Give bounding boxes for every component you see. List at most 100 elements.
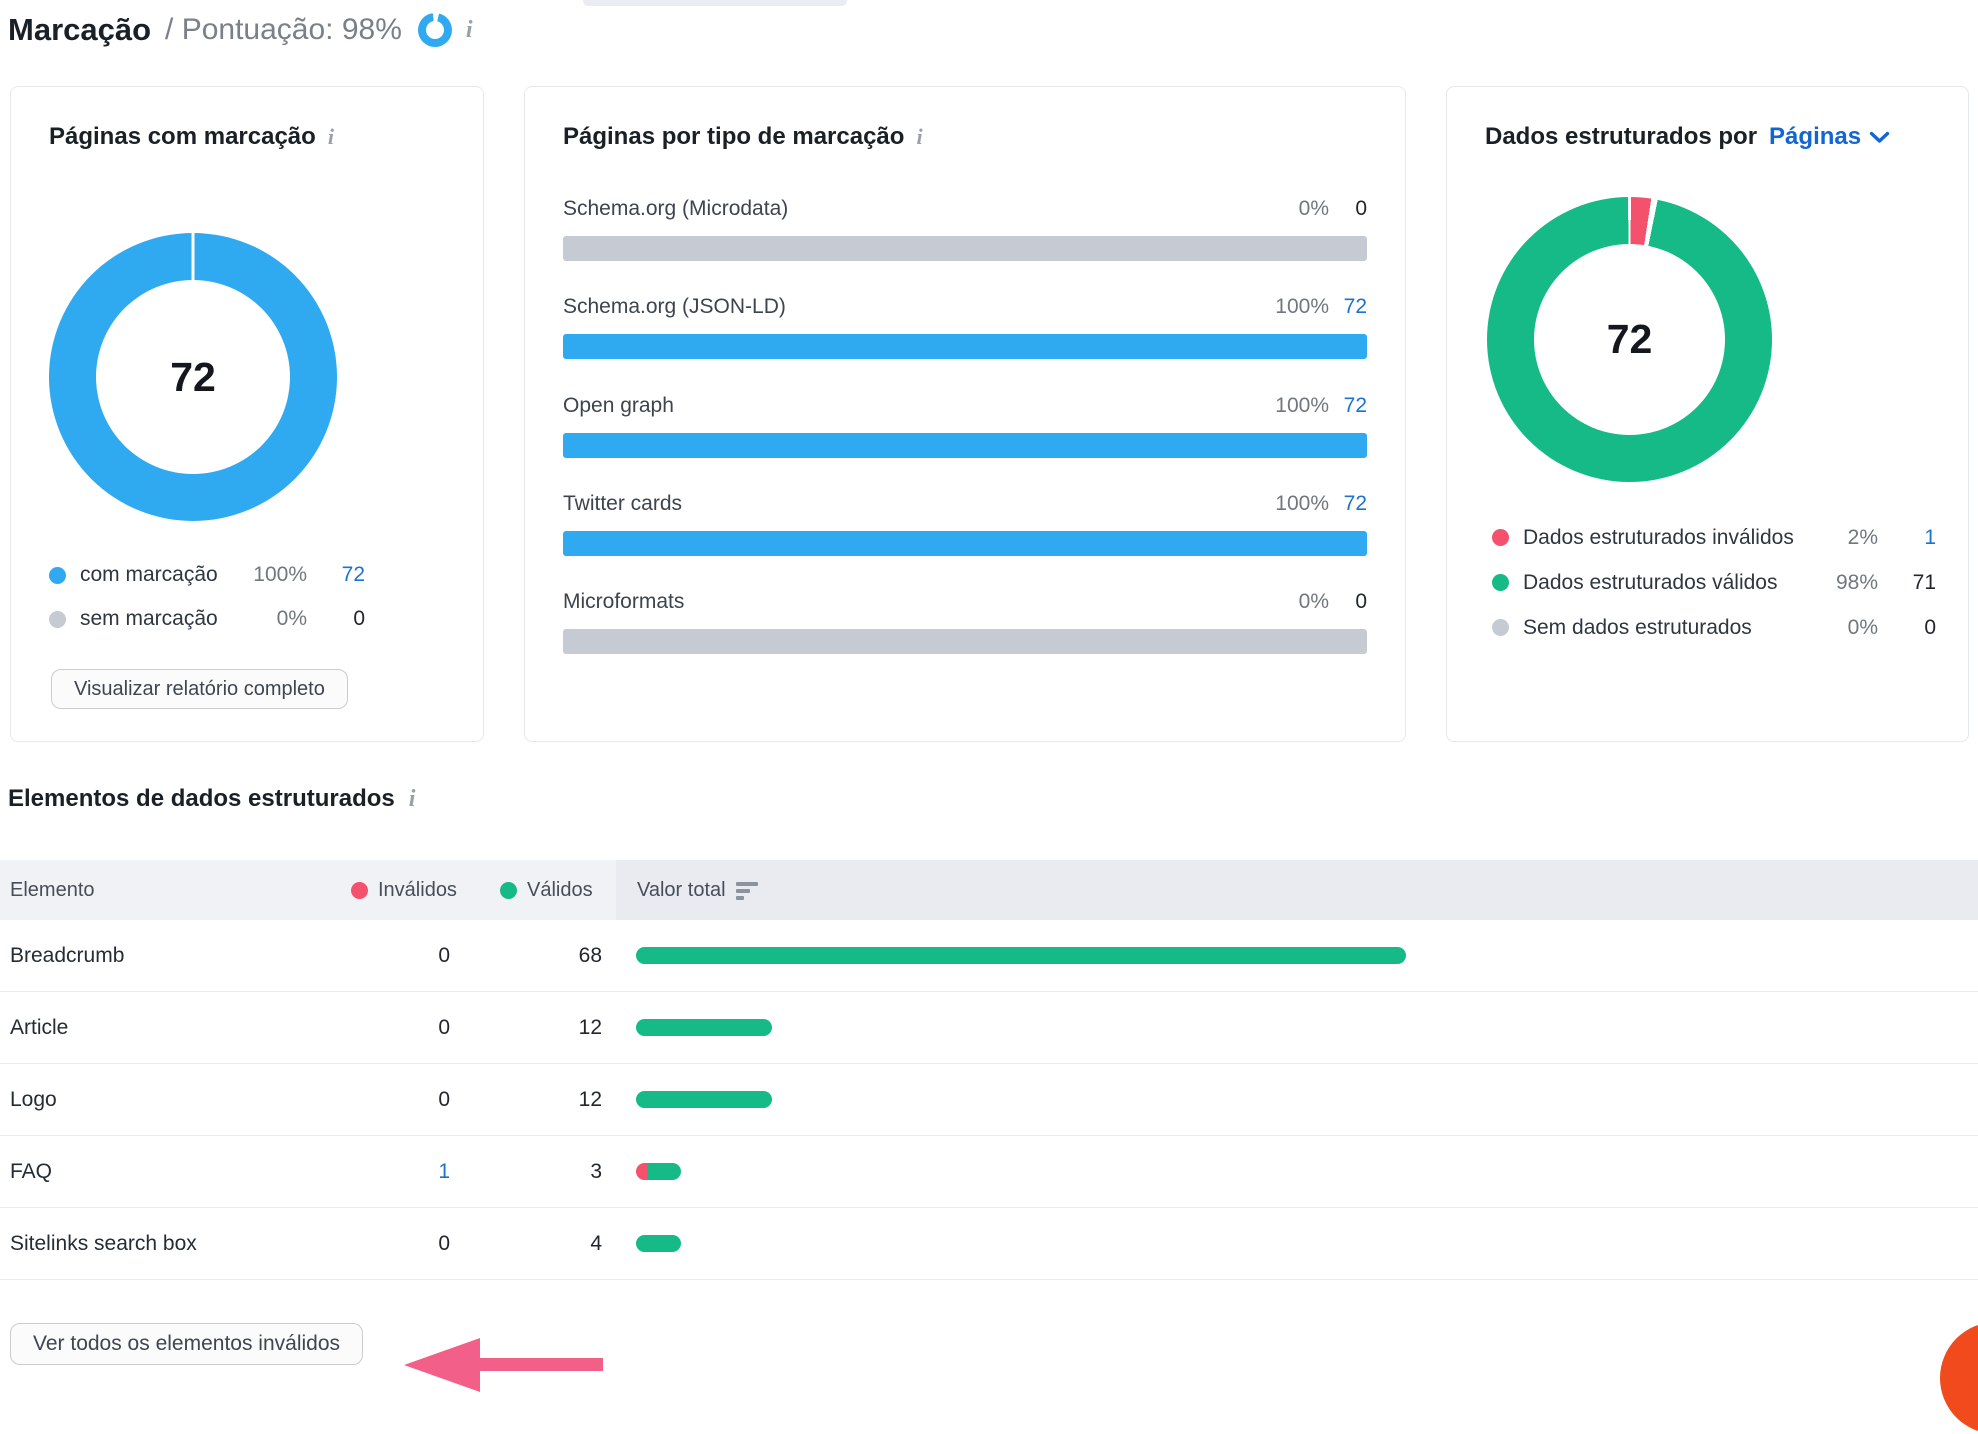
- markup-type-percent: 0%: [1299, 590, 1329, 614]
- column-header-valor-total[interactable]: Valor total: [637, 860, 760, 920]
- chevron-down-icon: [1869, 131, 1890, 144]
- card-title: Páginas com marcação i: [49, 123, 334, 151]
- markup-type-value: 0: [1343, 197, 1367, 221]
- valid-bar-segment: [636, 1091, 772, 1108]
- view-all-invalid-elements-button[interactable]: Ver todos os elementos inválidos: [10, 1323, 363, 1365]
- invalid-count: 0: [330, 992, 450, 1063]
- view-full-report-button[interactable]: Visualizar relatório completo: [51, 669, 348, 709]
- markup-type-value-link[interactable]: 72: [1343, 492, 1367, 516]
- value-bar: [636, 1019, 772, 1036]
- legend-label: Sem dados estruturados: [1523, 616, 1802, 640]
- markup-type-row-jsonld: Schema.org (JSON-LD) 100% 72: [563, 295, 1367, 359]
- help-button[interactable]: ?: [1940, 1322, 1978, 1434]
- legend-value: 71: [1878, 571, 1936, 595]
- card-structured-data-by-pages: Dados estruturados por Páginas 72 Dados …: [1446, 86, 1969, 742]
- valid-count: 3: [482, 1136, 602, 1207]
- hint-arrow: [400, 1334, 610, 1396]
- markup-type-bar: [563, 531, 1367, 556]
- legend-dot-blue: [49, 567, 66, 584]
- card-title-text: Páginas com marcação: [49, 123, 316, 151]
- valid-dot-icon: [500, 882, 517, 899]
- value-bar: [636, 947, 1406, 964]
- donut-total: 72: [49, 233, 337, 521]
- section-title-text: Elementos de dados estruturados: [8, 785, 395, 813]
- legend-item-com-marcacao: com marcação 100% 72: [49, 553, 365, 597]
- column-header-invalid: Inválidos: [351, 860, 457, 920]
- legend-item-valid: Dados estruturados válidos 98% 71: [1492, 560, 1936, 605]
- pages-selector-dropdown[interactable]: Páginas: [1769, 123, 1890, 151]
- value-bar: [636, 1091, 772, 1108]
- markup-type-value: 0: [1343, 590, 1367, 614]
- invalid-bar-segment: [636, 1163, 647, 1180]
- markup-type-row-twittercards: Twitter cards 100% 72: [563, 492, 1367, 556]
- markup-type-bar: [563, 236, 1367, 261]
- markup-type-value-link[interactable]: 72: [1343, 295, 1367, 319]
- elements-table: Breadcrumb 0 68 Article 0 12 Logo 0 12 F…: [0, 920, 1978, 1280]
- markup-type-bar: [563, 334, 1367, 359]
- legend-item-none: Sem dados estruturados 0% 0: [1492, 605, 1936, 650]
- card-title-text: Dados estruturados por: [1485, 123, 1757, 151]
- info-icon[interactable]: i: [466, 18, 473, 42]
- info-icon[interactable]: i: [409, 787, 416, 811]
- legend-label: Dados estruturados inválidos: [1523, 526, 1802, 550]
- pages-selector-label: Páginas: [1769, 123, 1861, 151]
- sorted-column-background: [616, 860, 1978, 920]
- table-row-faq: FAQ 1 3: [0, 1136, 1978, 1208]
- value-bar: [636, 1235, 681, 1252]
- valid-count: 12: [482, 992, 602, 1063]
- table-row-sitelinks-search-box: Sitelinks search box 0 4: [0, 1208, 1978, 1280]
- legend-percent: 98%: [1802, 571, 1878, 595]
- markup-type-percent: 100%: [1275, 492, 1329, 516]
- valid-count: 12: [482, 1064, 602, 1135]
- legend-value-link[interactable]: 72: [307, 563, 365, 587]
- element-name: Article: [10, 992, 68, 1063]
- legend: Dados estruturados inválidos 2% 1 Dados …: [1492, 515, 1936, 650]
- page-header: Marcação / Pontuação: 98% i: [8, 12, 473, 48]
- legend-label: sem marcação: [80, 607, 231, 631]
- valid-bar-segment: [636, 1235, 681, 1252]
- donut-chart-pages-with-markup: 72: [49, 233, 337, 521]
- element-name: Logo: [10, 1064, 57, 1135]
- column-header-element: Elemento: [10, 860, 95, 920]
- legend-value: 0: [1878, 616, 1936, 640]
- element-name: Breadcrumb: [10, 920, 124, 991]
- invalid-count: 0: [330, 920, 450, 991]
- markup-type-row-microformats: Microformats 0% 0: [563, 590, 1367, 654]
- column-header-valid-label: Válidos: [527, 879, 593, 902]
- legend-value-link[interactable]: 1: [1878, 526, 1936, 550]
- markup-type-percent: 100%: [1275, 394, 1329, 418]
- invalid-count-link[interactable]: 1: [330, 1136, 450, 1207]
- info-icon[interactable]: i: [328, 126, 334, 148]
- markup-type-bar: [563, 629, 1367, 654]
- markup-type-label: Twitter cards: [563, 492, 1275, 516]
- page-score: / Pontuação: 98%: [165, 13, 402, 47]
- table-header: Elemento Inválidos Válidos Valor total: [0, 860, 1978, 920]
- markup-type-percent: 0%: [1299, 197, 1329, 221]
- markup-type-label: Open graph: [563, 394, 1275, 418]
- column-header-invalid-label: Inválidos: [378, 879, 457, 902]
- legend-dot-gray: [49, 611, 66, 628]
- card-title: Páginas por tipo de marcação i: [563, 123, 923, 151]
- invalid-count: 0: [330, 1064, 450, 1135]
- legend-dot-red: [1492, 529, 1509, 546]
- legend-label: Dados estruturados válidos: [1523, 571, 1802, 595]
- top-tooltip-remnant: [583, 0, 847, 6]
- table-row-article: Article 0 12: [0, 992, 1978, 1064]
- score-ring-icon: [418, 13, 452, 47]
- column-header-total-label: Valor total: [637, 879, 726, 902]
- valid-count: 68: [482, 920, 602, 991]
- legend-item-invalid: Dados estruturados inválidos 2% 1: [1492, 515, 1936, 560]
- legend-label: com marcação: [80, 563, 231, 587]
- donut-chart-structured-data: 72: [1487, 197, 1772, 482]
- markup-type-value-link[interactable]: 72: [1343, 394, 1367, 418]
- column-header-valid: Válidos: [500, 860, 593, 920]
- valid-bar-segment: [636, 1019, 772, 1036]
- info-icon[interactable]: i: [916, 126, 922, 148]
- page-title: Marcação: [8, 12, 151, 48]
- legend-percent: 100%: [231, 563, 307, 587]
- valid-bar-segment: [647, 1163, 681, 1180]
- card-title-text: Páginas por tipo de marcação: [563, 123, 904, 151]
- markup-type-bar: [563, 433, 1367, 458]
- markup-type-row-microdata: Schema.org (Microdata) 0% 0: [563, 197, 1367, 261]
- legend-percent: 0%: [231, 607, 307, 631]
